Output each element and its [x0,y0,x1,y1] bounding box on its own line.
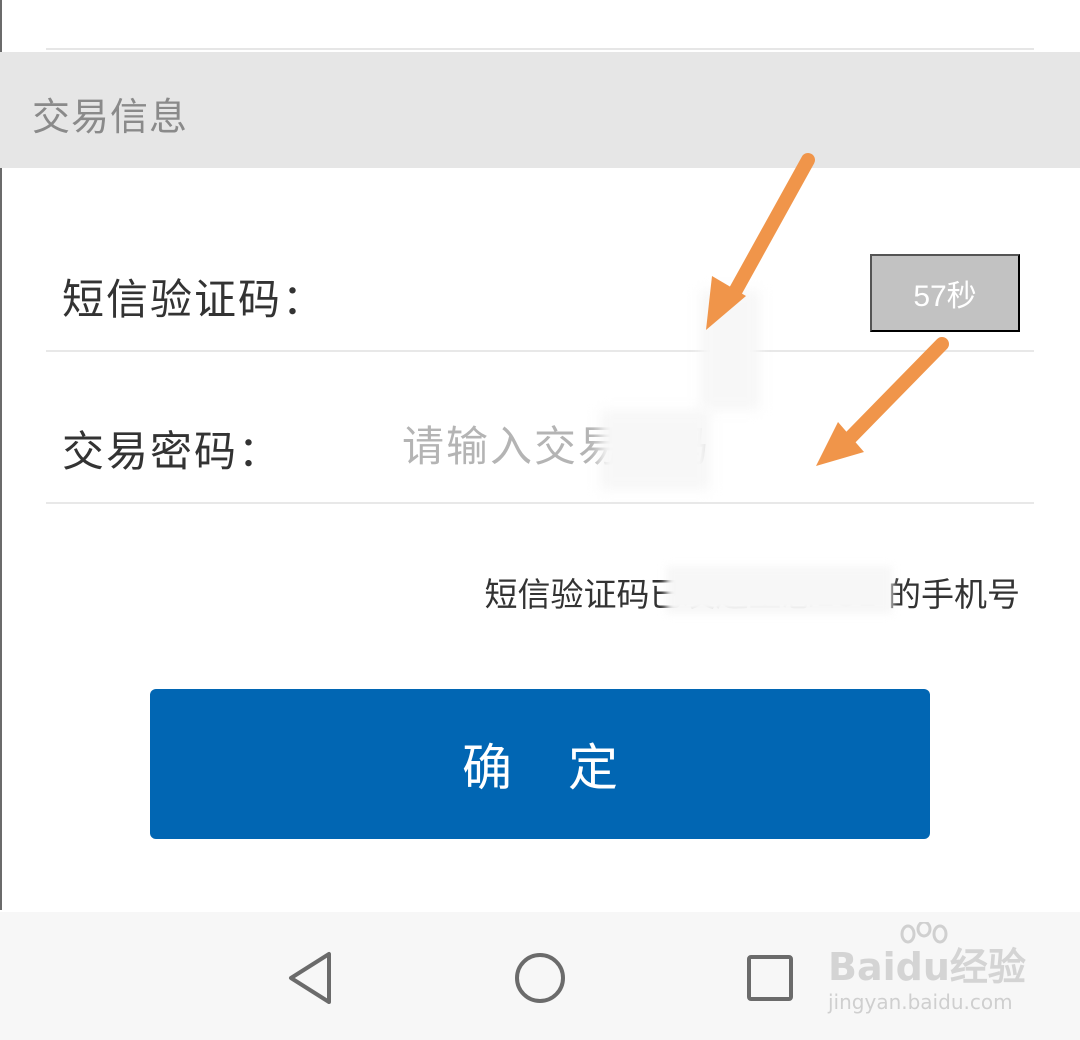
home-circle-icon[interactable] [500,938,580,1018]
arrow-icon [706,153,949,466]
back-triangle-icon[interactable] [270,938,350,1018]
watermark-brand: Baidu经验 [828,945,1026,989]
watermark-url: jingyan.baidu.com [828,990,1013,1014]
baidu-watermark: Baidu经验 jingyan.baidu.com [828,922,1028,1028]
recents-square-icon[interactable] [730,938,810,1018]
